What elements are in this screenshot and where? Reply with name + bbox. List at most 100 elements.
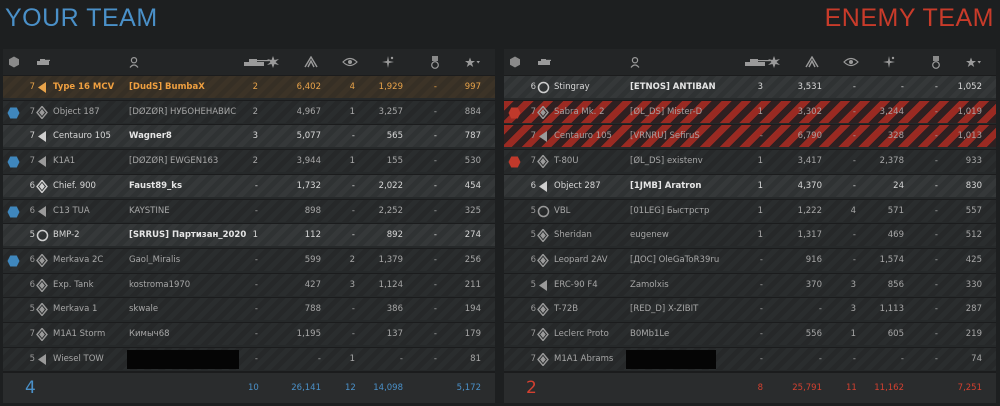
- player-row[interactable]: 6 Stingray [ETNOS] ANTIBAN 3 3,531 - - - 1,052: [504, 75, 996, 98]
- player-row[interactable]: 5 ERC-90 F4 Zamolxis - 370 3 856 - 330: [504, 272, 996, 296]
- tier-label: 7: [530, 156, 536, 167]
- platoon-hex-icon: [508, 106, 521, 119]
- tank-name: Leopard 2AV: [554, 254, 608, 265]
- vehicle-class-icon: [537, 303, 551, 317]
- tank-name: Stingray: [554, 82, 590, 92]
- assist-value: 605: [887, 329, 904, 339]
- blocked-value: -: [433, 156, 437, 167]
- kills-value: -: [759, 353, 763, 364]
- tier-label: 6: [29, 254, 35, 265]
- kills-value: -: [254, 279, 258, 290]
- damage-value: 599: [304, 254, 321, 265]
- spots-value: 4: [850, 205, 856, 216]
- tank-name: BMP-2: [53, 230, 80, 241]
- xp-value: 787: [464, 131, 481, 142]
- damage-value: 556: [805, 329, 822, 339]
- tank-name: K1A1: [53, 156, 76, 167]
- player-row[interactable]: 7 M1A1 Abrams - - - - - 74: [504, 346, 996, 370]
- xp-value: 884: [464, 106, 481, 117]
- tank-name: Object 287: [554, 180, 601, 191]
- xp-star-sort-icon[interactable]: [966, 55, 982, 69]
- kills-value: 2: [252, 106, 258, 117]
- player-row[interactable]: 7 Sabra Mk. 2 [ØL_DS] Mister-D 1 3,302 - 3,244…: [504, 99, 996, 123]
- xp-value: 830: [965, 180, 982, 191]
- player-row[interactable]: 7 Centauro 105 Wagner8 3 5,077 - 565 - 787: [3, 124, 495, 148]
- tank-name: Centauro 105: [554, 131, 612, 142]
- player-row[interactable]: 7 Leclerc Proto B0Mb1Le - 556 1 605 - 219: [504, 322, 996, 345]
- player-row[interactable]: 5 BMP-2 [SRRUS] Партизан_2020 1 112 - 892 - 274: [3, 223, 495, 247]
- player-row[interactable]: 5 Wiesel TOW - - 1 - - 81: [3, 346, 495, 370]
- player-row[interactable]: 7 Centauro 105 [VRNRU] SefiruS - 6,790 - 328 - 1…: [504, 124, 996, 148]
- player-row[interactable]: 7 M1A1 Storm Кимыч68 - 1,195 - 137 - 179: [3, 322, 495, 345]
- spots-value: -: [351, 131, 355, 142]
- assist-value: -: [399, 353, 403, 364]
- spots-value: -: [852, 82, 856, 92]
- damage-value: 1,222: [797, 205, 822, 216]
- spots-value: -: [351, 230, 355, 241]
- spots-value: -: [852, 131, 856, 142]
- blocked-value: -: [934, 230, 938, 241]
- spots-value: 1: [349, 156, 355, 167]
- your-team-panel: 7 Type 16 MCV [DudS] BumbaX 2 6,402 4 1,929 - 99…: [3, 49, 495, 403]
- platoon-hex-icon: [7, 254, 20, 267]
- tank-name: Leclerc Proto: [554, 329, 609, 339]
- player-row[interactable]: 7 K1A1 [DØZØR] EWGEN163 2 3,944 1 155 - 530: [3, 149, 495, 173]
- player-row[interactable]: 5 Sheridan eugenew 1 1,317 - 469 - 512: [504, 223, 996, 247]
- player-row[interactable]: 6 T-72B [RED_D] X-ZIBIT - - 3 1,113 - 287: [504, 297, 996, 321]
- kills-value: 1: [757, 230, 763, 241]
- tier-label: 6: [530, 82, 536, 92]
- spots-value: -: [852, 254, 856, 265]
- xp-value: 454: [464, 180, 481, 191]
- tank-name: Sabra Mk. 2: [554, 106, 605, 117]
- player-row[interactable]: 7 T-80U [ØL_DS] existenv 1 3,417 - 2,378 - 933: [504, 149, 996, 173]
- tank-name: ERC-90 F4: [554, 279, 598, 290]
- redacted-player-name: [626, 349, 716, 369]
- damage-value: 3,302: [797, 106, 822, 117]
- enemy-team-title: ENEMY TEAM: [824, 4, 994, 32]
- vehicle-class-icon: [537, 352, 551, 366]
- player-name: [DudS] BumbaX: [129, 82, 205, 92]
- damage-value: 916: [805, 254, 822, 265]
- assist-value: 1,929: [378, 82, 403, 92]
- damage-value: 1,195: [296, 329, 321, 339]
- xp-value: 997: [464, 82, 481, 92]
- xp-value: 1,019: [957, 106, 982, 117]
- assist-value: 3,257: [378, 106, 403, 117]
- player-name: Wagner8: [129, 131, 172, 142]
- player-row[interactable]: 7 Object 187 [DØZØR] НУБОНЕНАВИС 2 4,967 1 3,2…: [3, 99, 495, 123]
- medal-icon: [430, 55, 440, 69]
- vehicle-class-icon: [537, 180, 551, 193]
- player-row[interactable]: 6 Exp. Tank kostroma1970 - 427 3 1,124 - 211: [3, 272, 495, 296]
- kills-value: -: [759, 304, 763, 315]
- player-name: skwale: [129, 304, 159, 315]
- spots-value: -: [351, 205, 355, 216]
- platoon-hex-icon: [7, 205, 20, 217]
- blocked-value: -: [433, 329, 437, 339]
- spots-value: -: [852, 180, 856, 191]
- player-row[interactable]: 6 Merkava 2C Gaol_Miralis - 599 2 1,379 - 256: [3, 247, 495, 271]
- xp-star-sort-icon[interactable]: [465, 55, 481, 69]
- tank-class-icon: [536, 55, 552, 69]
- player-name: B0Mb1Le: [630, 329, 670, 339]
- player-row[interactable]: 5 Merkava 1 skwale - 788 - 386 - 194: [3, 297, 495, 321]
- blocked-value: -: [934, 131, 938, 142]
- player-row[interactable]: 6 Object 287 [1JMB] Aratron 1 4,370 - 24 - 830: [504, 173, 996, 197]
- player-row[interactable]: 7 Type 16 MCV [DudS] BumbaX 2 6,402 4 1,929 - 99…: [3, 75, 495, 98]
- enemy-team-panel: 6 Stingray [ETNOS] ANTIBAN 3 3,531 - - - 1,052 7 S…: [504, 49, 996, 403]
- player-name: [VRNRU] SefiruS: [630, 131, 700, 142]
- spots-value: 2: [349, 254, 355, 265]
- tier-label: 7: [530, 106, 536, 117]
- xp-value: 256: [464, 254, 481, 265]
- blocked-value: -: [433, 353, 437, 364]
- vehicle-class-icon: [36, 105, 50, 119]
- vehicle-class-icon: [36, 353, 50, 366]
- spots-value: -: [852, 106, 856, 117]
- vehicle-class-icon: [537, 328, 551, 341]
- player-row[interactable]: 6 Leopard 2AV [ДОС] OleGaToR39ru - 916 - 1,574…: [504, 247, 996, 271]
- player-row[interactable]: 6 Chief. 900 Faust89_ks - 1,732 - 2,022 - 454: [3, 173, 495, 197]
- damage-value: 788: [304, 304, 321, 315]
- player-row[interactable]: 5 VBL [01LEG] Быстрстр 1 1,222 4 571 - 557: [504, 198, 996, 222]
- player-row[interactable]: 6 C13 TUA KAYSTINE - 898 - 2,252 - 325: [3, 198, 495, 222]
- player-name: Gaol_Miralis: [129, 254, 181, 265]
- blocked-value: -: [934, 304, 938, 315]
